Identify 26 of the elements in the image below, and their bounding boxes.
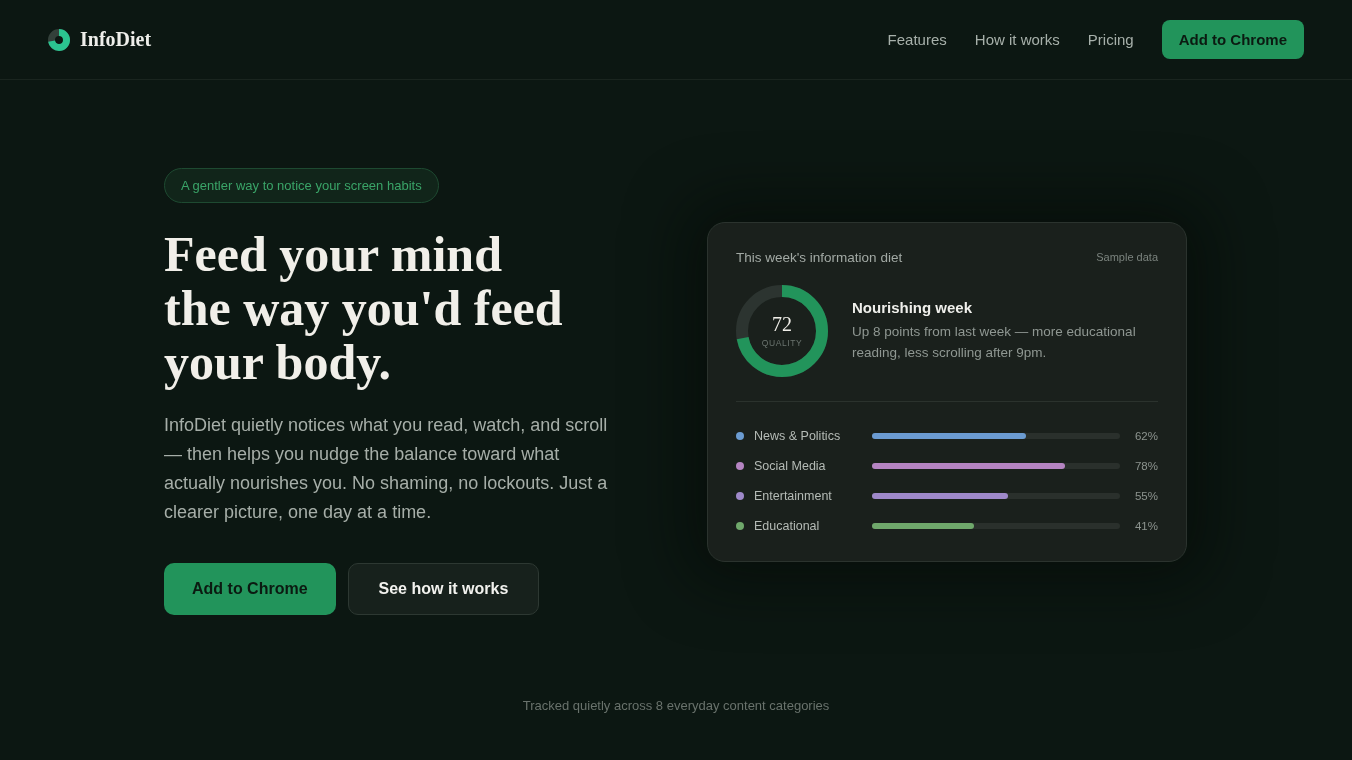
card-title: This week's information diet	[736, 249, 903, 265]
tagline-pill: A gentler way to notice your screen habits	[164, 168, 439, 203]
add-to-chrome-button[interactable]: Add to Chrome	[1161, 20, 1304, 59]
quality-label: QUALITY	[761, 338, 803, 348]
quality-score: 72	[772, 313, 792, 335]
footer-note: Tracked quietly across 8 everyday content categories	[522, 698, 830, 713]
category-percent: 55%	[1133, 489, 1158, 502]
summary-title: Nourishing week	[852, 298, 974, 316]
category-label: Social Media	[754, 458, 827, 473]
nav-link[interactable]: Pricing	[1087, 31, 1134, 48]
logo-ring-icon	[48, 28, 70, 51]
sample-data-note: Sample data	[1096, 251, 1158, 263]
category-percent: 78%	[1133, 459, 1158, 472]
category-label: News & Politics	[754, 428, 842, 443]
nav-link[interactable]: How it works	[974, 31, 1060, 48]
nav-link[interactable]: Features	[887, 31, 947, 48]
category-label: Educational	[754, 518, 821, 533]
add-to-chrome-button[interactable]: Add to Chrome	[164, 563, 336, 615]
category-label: Entertainment	[754, 488, 833, 503]
see-how-it-works-button[interactable]: See how it works	[347, 563, 540, 615]
hero-heading: Feed your mind the way you'd feed your body.	[164, 227, 563, 389]
hero-description: InfoDiet quietly notices what you read, watch, and scroll — then helps you nudge the balance toward what actually nourishes you. No shaming, no lockouts. Just a clearer picture, one day at a time.	[164, 414, 609, 524]
category-percent: 62%	[1133, 429, 1158, 442]
category-percent: 41%	[1133, 519, 1158, 532]
summary-text: Up 8 points from last week — more educational reading, less scrolling after 9pm.	[852, 322, 1137, 362]
brand-name: InfoDiet	[80, 28, 152, 51]
